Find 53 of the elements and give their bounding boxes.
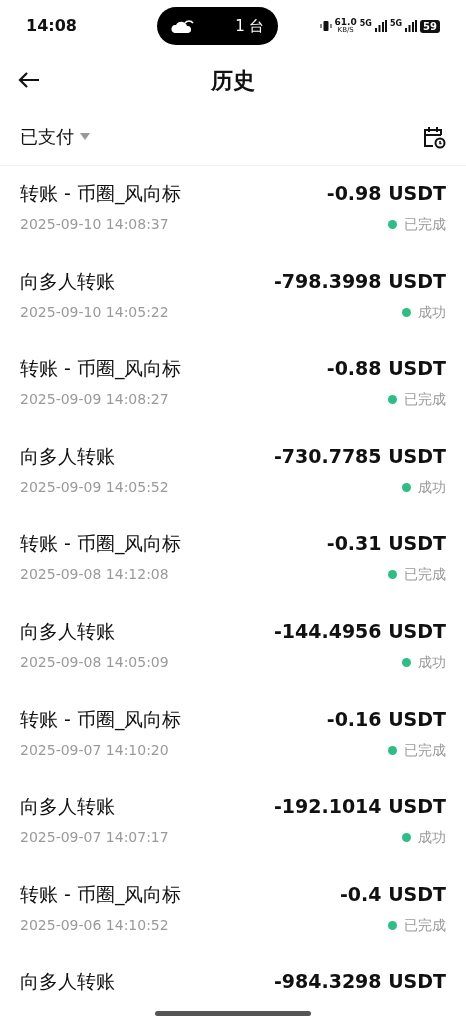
transaction-amount: -192.1014 USDT	[273, 794, 446, 820]
transaction-status: 已完成	[404, 740, 446, 760]
caret-icon	[80, 133, 90, 140]
network-speed: 61.0	[334, 18, 357, 27]
transaction-status: 已完成	[404, 565, 446, 585]
transaction-status: 已完成	[404, 215, 446, 234]
transaction-date: 2025-09-09 14:08:27	[20, 390, 170, 410]
back-arrow-icon[interactable]	[18, 71, 40, 89]
battery-icon: 59	[420, 19, 440, 33]
network-type: 5G	[359, 18, 372, 30]
transaction-amount: -0.4 USDT	[340, 881, 446, 907]
transaction-status: 成功	[418, 652, 446, 672]
transaction-status: 已完成	[404, 390, 446, 410]
device-count: 1 台	[235, 15, 265, 37]
transaction-status: 已完成	[404, 915, 446, 935]
calendar-clock-icon[interactable]	[422, 124, 446, 149]
transaction-date: 2025-09-07 14:07:17	[20, 828, 169, 848]
filter-dropdown[interactable]: 已支付	[20, 123, 90, 150]
transaction-amount: -984.3298 USDT	[273, 969, 446, 995]
transaction-date: 2025-09-08 14:05:09	[20, 652, 169, 672]
transaction-amount: -0.31 USDT	[326, 531, 446, 557]
transaction-title: 转账 - 币圈_风向标	[20, 356, 182, 382]
transaction-title: 向多人转账	[20, 794, 116, 820]
transaction-title: 向多人转账	[20, 268, 116, 294]
page-title: 历史	[211, 66, 255, 95]
transaction-title: 转账 - 币圈_风向标	[20, 531, 182, 557]
transaction-title: 转账 - 币圈_风向标	[20, 881, 182, 907]
transaction-date: 2025-09-10 14:08:37	[20, 215, 170, 234]
network-type: 5G	[389, 18, 403, 30]
signal-icon	[374, 20, 387, 32]
transaction-title: 向多人转账	[20, 443, 116, 469]
transaction-title: 转账 - 币圈_风向标	[20, 181, 182, 206]
transaction-amount: -144.4956 USDT	[273, 618, 446, 644]
transaction-date: 2025-09-08 14:12:08	[20, 565, 170, 585]
transaction-title: 向多人转账	[20, 618, 116, 644]
status-time: 14:08	[26, 15, 78, 37]
vibrate-icon	[319, 20, 332, 32]
transaction-amount: -730.7785 USDT	[273, 443, 446, 469]
transaction-status: 成功	[418, 477, 446, 497]
transaction-date: 2025-09-10 14:05:22	[20, 302, 169, 322]
transaction-date: 2025-09-09 14:05:52	[20, 477, 169, 497]
transaction-date: 2025-09-07 14:10:20	[20, 740, 170, 760]
transaction-title: 转账 - 币圈_风向标	[20, 706, 182, 732]
transaction-date: 2025-09-06 14:10:52	[20, 915, 170, 935]
cloud-wifi-icon	[171, 18, 196, 34]
transaction-amount: -0.88 USDT	[326, 356, 446, 382]
transaction-amount: -0.98 USDT	[326, 181, 446, 206]
transaction-status: 成功	[418, 828, 446, 848]
transaction-amount: -798.3998 USDT	[273, 268, 446, 294]
transaction-title: 向多人转账	[20, 969, 115, 995]
signal-icon	[405, 20, 418, 32]
transaction-amount: -0.16 USDT	[326, 706, 446, 732]
transaction-status: 成功	[418, 302, 446, 322]
